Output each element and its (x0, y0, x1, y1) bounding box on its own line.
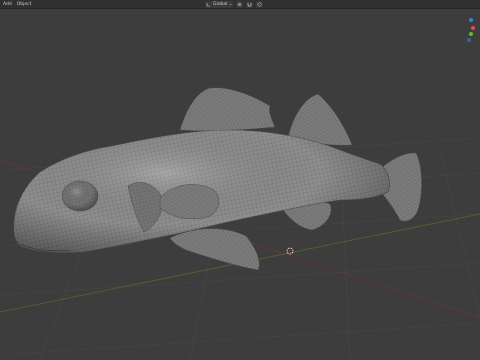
pelvic-fin (169, 228, 260, 271)
viewport-header: Add Object Global (0, 0, 480, 9)
fish-mesh-model[interactable] (0, 0, 480, 360)
z-axis-icon[interactable] (469, 18, 473, 22)
menu-add[interactable]: Add (3, 0, 12, 9)
orientation-label: Global (213, 2, 228, 7)
x-axis-icon[interactable] (471, 26, 475, 30)
snap-toggle[interactable] (246, 1, 254, 8)
chevron-down-icon (229, 3, 233, 6)
dorsal-fin-front (179, 87, 276, 132)
pivot-point-button[interactable] (236, 1, 244, 8)
pivot-icon (238, 2, 242, 7)
magnet-icon (248, 3, 252, 7)
navigation-gizmo[interactable] (463, 14, 477, 48)
menu-object[interactable]: Object (17, 0, 32, 9)
header-menu: Add Object (3, 0, 31, 9)
proportional-editing-toggle[interactable] (256, 1, 264, 8)
transform-orientation-dropdown[interactable]: Global (205, 1, 234, 8)
neg-z-axis-icon[interactable] (467, 38, 471, 42)
3d-viewport[interactable]: Add Object Global (0, 0, 480, 360)
header-center-tools: Global (205, 1, 264, 8)
y-axis-icon[interactable] (469, 32, 473, 36)
proportional-icon (257, 2, 262, 7)
